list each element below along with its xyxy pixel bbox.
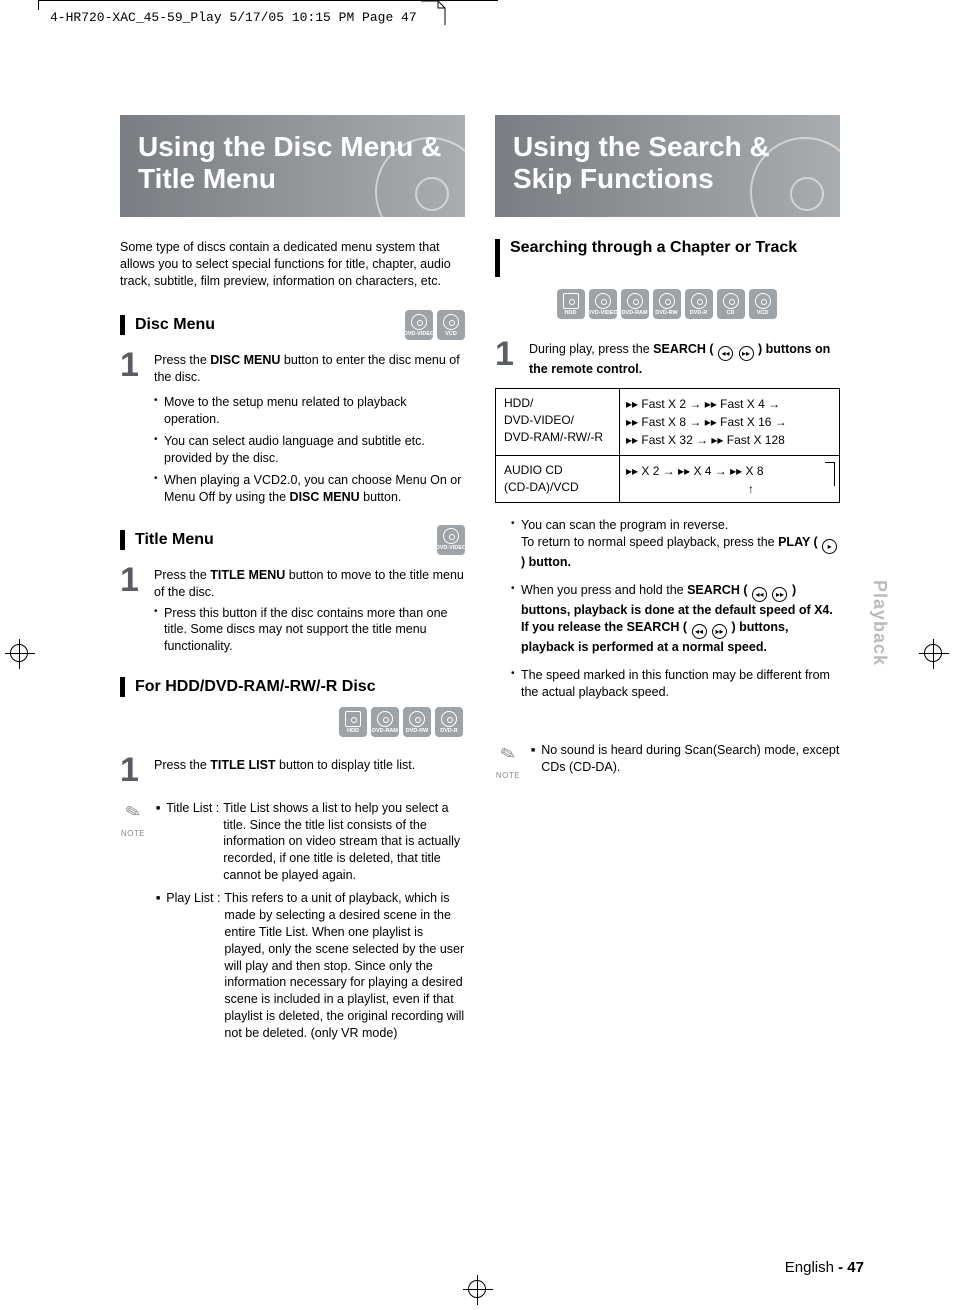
dvd-ram-icon: DVD-RAM <box>621 289 649 319</box>
cd-icon: CD <box>717 289 745 319</box>
note-icon: ✎ NOTE <box>495 742 521 783</box>
right-column: Using the Search & Skip Functions Search… <box>495 115 840 1048</box>
intro-text: Some type of discs contain a dedicated m… <box>120 239 465 290</box>
def-label: Title List : <box>166 800 219 884</box>
section-title: Title Menu <box>135 531 437 549</box>
dvd-ram-icon: DVD-RAM <box>371 707 399 737</box>
step-body: Press the DISC MENU button to enter the … <box>154 350 465 386</box>
dvd-rw-icon: DVD-RW <box>403 707 431 737</box>
hdd-icon: HDD <box>557 289 585 319</box>
header-text: 4-HR720-XAC_45-59_Play 5/17/05 10:15 PM … <box>50 10 417 25</box>
dvd-r-icon: DVD-R <box>435 707 463 737</box>
section-title: For HDD/DVD-RAM/-RW/-R Disc <box>135 678 465 696</box>
dvd-video-icon: DVD-VIDEO <box>405 310 433 340</box>
bullet-item: Move to the setup menu related to playba… <box>154 394 465 429</box>
note-item: Play List : This refers to a unit of pla… <box>156 890 465 1042</box>
dvd-r-icon: DVD-R <box>685 289 713 319</box>
disc-icons-row: HDD DVD-RAM DVD-RW DVD-R <box>120 707 465 737</box>
vcd-icon: VCD <box>437 310 465 340</box>
loop-arrow-icon: ↑ <box>748 480 754 498</box>
bullet-item: You can select audio language and subtit… <box>154 433 465 468</box>
dvd-rw-icon: DVD-RW <box>653 289 681 319</box>
crop-mark-icon <box>914 634 954 674</box>
disc-icons-row: HDD DVD-VIDEO DVD-RAM DVD-RW DVD-R CD VC… <box>495 289 840 319</box>
loop-line-icon <box>825 462 835 486</box>
left-column: Using the Disc Menu & Title Menu Some ty… <box>120 115 465 1048</box>
dvd-video-icon: DVD-VIDEO <box>589 289 617 319</box>
search-back-icon: ◂◂ <box>692 624 707 639</box>
search-back-icon: ◂◂ <box>752 587 767 602</box>
bullet-item: When you press and hold the SEARCH ( ◂◂ … <box>511 582 840 657</box>
page-fold-icon <box>420 0 446 26</box>
section-bar-icon <box>120 530 125 550</box>
step: 1 Press the TITLE LIST button to display… <box>120 755 465 786</box>
table-cell: AUDIO CD (CD-DA)/VCD <box>496 456 620 502</box>
section-bar-icon <box>120 315 125 335</box>
bullet-item: • Press this button if the disc contains… <box>154 605 465 656</box>
page-content: Using the Disc Menu & Title Menu Some ty… <box>120 115 840 1048</box>
search-back-icon: ◂◂ <box>718 346 733 361</box>
def-body: Title List shows a list to help you sele… <box>223 800 465 884</box>
footer-page: - 47 <box>838 1259 864 1276</box>
table-cell: HDD/ DVD-VIDEO/ DVD-RAM/-RW/-R <box>496 389 620 455</box>
table-cell: ▸▸ X 2 → ▸▸ X 4 → ▸▸ X 8 ↑ <box>620 456 839 502</box>
section-title: Searching through a Chapter or Track <box>510 239 840 257</box>
bullet-list: You can scan the program in reverse. To … <box>511 517 840 702</box>
table-cell: ▸▸ Fast X 2 → ▸▸ Fast X 4 → ▸▸ Fast X 8 … <box>620 389 839 455</box>
step-number: 1 <box>120 755 154 786</box>
section-disc-menu: Disc Menu DVD-VIDEO VCD <box>120 310 465 340</box>
search-fwd-icon: ▸▸ <box>712 624 727 639</box>
print-header: 4-HR720-XAC_45-59_Play 5/17/05 10:15 PM … <box>50 10 417 25</box>
table-row: AUDIO CD (CD-DA)/VCD ▸▸ X 2 → ▸▸ X 4 → ▸… <box>496 455 839 502</box>
crop-mark-icon <box>458 1270 498 1310</box>
step-body: Press the TITLE LIST button to display t… <box>154 755 465 774</box>
bullet-item: When playing a VCD2.0, you can choose Me… <box>154 472 465 507</box>
note-item: No sound is heard during Scan(Search) mo… <box>531 742 840 776</box>
hdd-icon: HDD <box>339 707 367 737</box>
note-body: No sound is heard during Scan(Search) mo… <box>531 742 840 782</box>
step: 1 During play, press the SEARCH ( ◂◂ ▸▸ … <box>495 339 840 378</box>
play-icon: ▸ <box>822 539 837 554</box>
step: 1 Press the TITLE MENU button to move to… <box>120 565 465 655</box>
page-footer: English - 47 <box>785 1259 864 1276</box>
section-search: Searching through a Chapter or Track <box>495 239 840 277</box>
note-block: ✎ NOTE Title List : Title List shows a l… <box>120 800 465 1048</box>
step-body: During play, press the SEARCH ( ◂◂ ▸▸ ) … <box>529 339 840 378</box>
vcd-icon: VCD <box>749 289 777 319</box>
note-item: Title List : Title List shows a list to … <box>156 800 465 884</box>
step-number: 1 <box>120 350 154 381</box>
def-body: This refers to a unit of playback, which… <box>224 890 465 1042</box>
def-label: Play List : <box>166 890 220 1042</box>
section-title-menu: Title Menu DVD-VIDEO <box>120 525 465 555</box>
note-icon: ✎ NOTE <box>120 800 146 841</box>
table-row: HDD/ DVD-VIDEO/ DVD-RAM/-RW/-R ▸▸ Fast X… <box>496 389 839 455</box>
step-number: 1 <box>120 565 154 596</box>
title-banner-left: Using the Disc Menu & Title Menu <box>120 115 465 217</box>
disc-icons-row: DVD-VIDEO VCD <box>405 310 465 340</box>
search-fwd-icon: ▸▸ <box>772 587 787 602</box>
step-number: 1 <box>495 339 529 370</box>
note-block: ✎ NOTE No sound is heard during Scan(Sea… <box>495 742 840 783</box>
bullet-item: You can scan the program in reverse. To … <box>511 517 840 572</box>
title-banner-right: Using the Search & Skip Functions <box>495 115 840 217</box>
step-body: Press the TITLE MENU button to move to t… <box>154 565 465 655</box>
crop-mark-icon <box>0 634 40 674</box>
disc-icons-row: DVD-VIDEO <box>437 525 465 555</box>
speed-table: HDD/ DVD-VIDEO/ DVD-RAM/-RW/-R ▸▸ Fast X… <box>495 388 840 503</box>
section-hdd: For HDD/DVD-RAM/-RW/-R Disc <box>120 677 465 697</box>
step: 1 Press the DISC MENU button to enter th… <box>120 350 465 386</box>
section-title: Disc Menu <box>135 316 405 334</box>
dvd-video-icon: DVD-VIDEO <box>437 525 465 555</box>
section-bar-icon <box>495 239 500 277</box>
footer-lang: English <box>785 1259 834 1276</box>
note-body: Title List : Title List shows a list to … <box>156 800 465 1048</box>
bullet-list: Move to the setup menu related to playba… <box>154 394 465 507</box>
search-fwd-icon: ▸▸ <box>739 346 754 361</box>
bullet-item: The speed marked in this function may be… <box>511 667 840 702</box>
section-bar-icon <box>120 677 125 697</box>
side-tab: Playback <box>869 580 890 666</box>
